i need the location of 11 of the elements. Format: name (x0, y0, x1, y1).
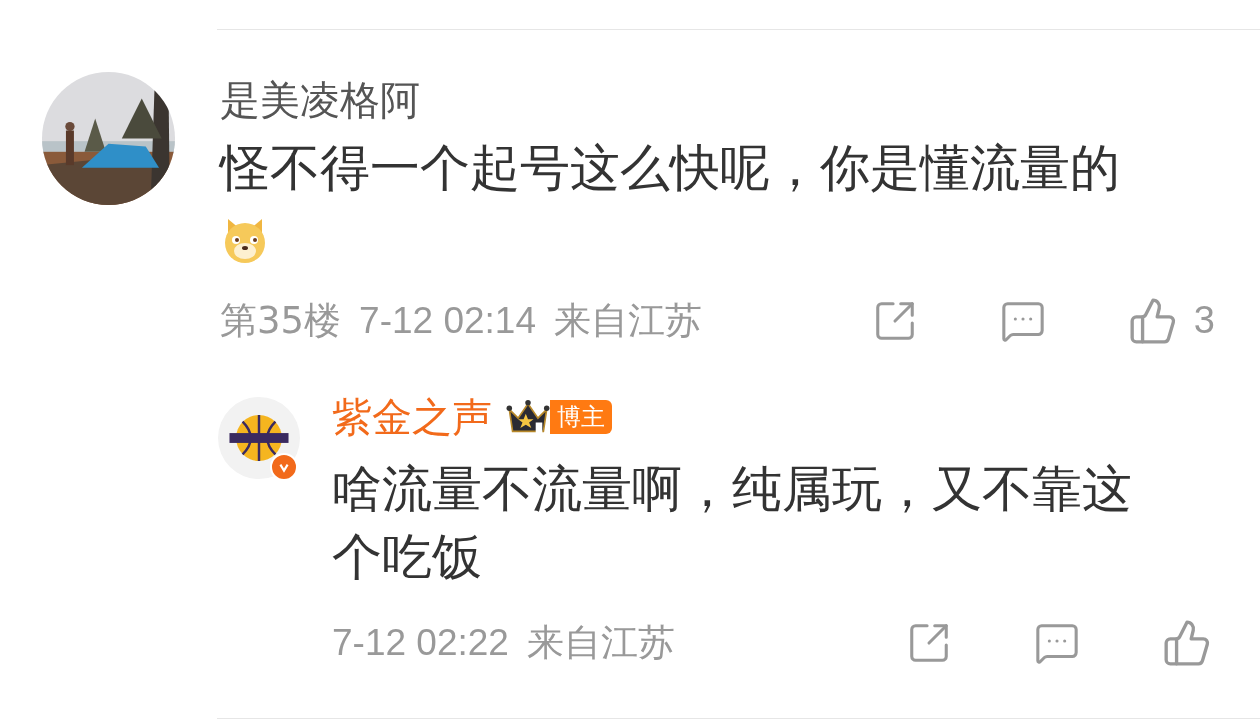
comment-text: 怪不得一个起号这么快呢，你是懂流量的 (220, 139, 1120, 197)
comment-location: 来自江苏 (554, 297, 703, 344)
comment-time: 7-12 02:14 (359, 298, 537, 343)
crown-icon (506, 398, 550, 436)
like-count: 3 (1193, 298, 1215, 343)
floor-number: 第35楼 (220, 297, 342, 344)
reply-time: 7-12 02:22 (332, 621, 509, 665)
host-tag: 博主 (550, 400, 612, 434)
user-name[interactable]: 是美凌格阿 (220, 72, 1215, 128)
reply-text: 啥流量不流量啊，纯属玩，又不靠这个吃饭 (332, 459, 1133, 588)
reply-location: 来自江苏 (526, 620, 675, 666)
